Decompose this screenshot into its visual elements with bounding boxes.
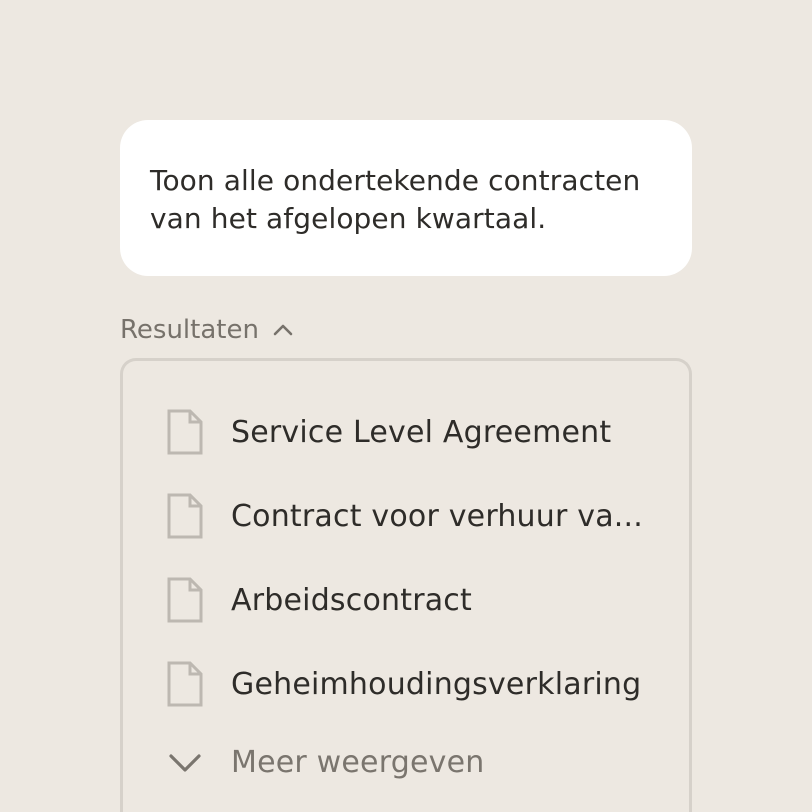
result-item-label: Service Level Agreement bbox=[231, 414, 612, 450]
result-item-label: Arbeidscontract bbox=[231, 582, 472, 618]
chevron-up-icon bbox=[273, 324, 293, 336]
document-icon bbox=[167, 577, 203, 623]
result-item-nda[interactable]: Geheimhoudingsverklaring bbox=[165, 659, 641, 709]
result-item-employment-contract[interactable]: Arbeidscontract bbox=[165, 575, 472, 625]
document-icon bbox=[167, 409, 203, 455]
results-panel: Service Level Agreement Contract voor ve… bbox=[120, 358, 692, 812]
result-item-label: Geheimhoudingsverklaring bbox=[231, 666, 642, 702]
document-icon bbox=[167, 493, 203, 539]
show-more-label: Meer weergeven bbox=[231, 744, 485, 780]
chat-canvas: Toon alle ondertekende contracten van he… bbox=[0, 0, 812, 812]
result-item-label: Contract voor verhuur va... bbox=[231, 498, 643, 534]
result-item-service-level-agreement[interactable]: Service Level Agreement bbox=[165, 407, 611, 457]
results-label: Resultaten bbox=[120, 315, 259, 345]
document-icon bbox=[167, 661, 203, 707]
user-message-bubble: Toon alle ondertekende contracten van he… bbox=[120, 120, 692, 276]
chevron-down-icon bbox=[169, 754, 201, 772]
show-more-button[interactable]: Meer weergeven bbox=[165, 737, 484, 787]
user-message-text: Toon alle ondertekende contracten van he… bbox=[150, 164, 641, 235]
results-toggle[interactable]: Resultaten bbox=[120, 310, 297, 350]
result-item-rental-contract[interactable]: Contract voor verhuur va... bbox=[165, 491, 643, 541]
